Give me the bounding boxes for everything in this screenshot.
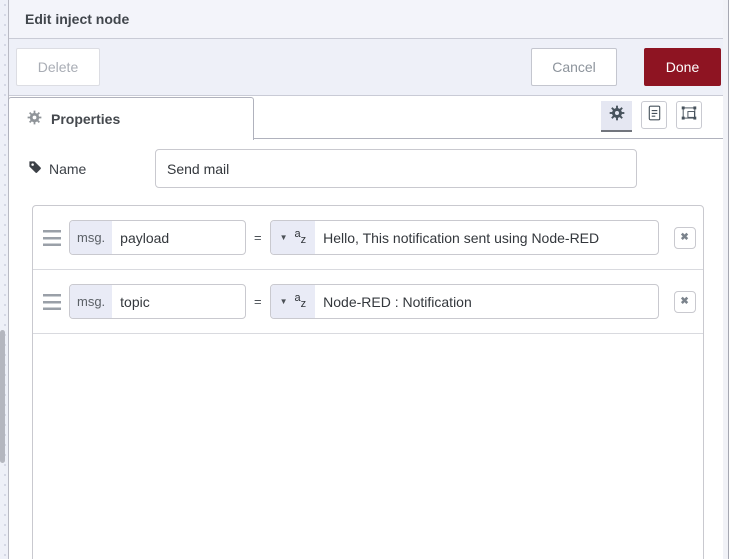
list-item: msg. = ▼ az ✖: [33, 270, 703, 334]
property-typed-input[interactable]: msg.: [69, 284, 246, 319]
properties-form: Name msg. = ▼ az ✖: [9, 139, 728, 559]
equals-operator: =: [254, 230, 262, 245]
node-description-button[interactable]: [641, 101, 667, 129]
drag-handle-icon[interactable]: [43, 229, 61, 246]
value-typed-input: ▼ az: [269, 284, 659, 319]
gear-icon: [27, 110, 42, 128]
list-item: msg. = ▼ az ✖: [33, 206, 703, 270]
tag-icon: [28, 160, 42, 177]
tray-toolbar: Delete Cancel Done: [9, 39, 728, 96]
equals-operator: =: [254, 294, 262, 309]
property-name-input[interactable]: [112, 221, 245, 254]
editor-option-buttons: [601, 101, 702, 132]
dialog-title: Edit inject node: [9, 0, 728, 39]
string-type-icon: az: [294, 228, 307, 246]
type-select-button[interactable]: ▼ az: [270, 285, 316, 318]
msg-prefix-label: msg.: [70, 221, 113, 254]
string-type-icon: az: [294, 292, 307, 310]
delete-button[interactable]: Delete: [16, 48, 100, 86]
name-input[interactable]: [155, 149, 637, 188]
name-label-text: Name: [49, 160, 87, 177]
type-select-button[interactable]: ▼ az: [270, 221, 316, 254]
edit-node-tray: Edit inject node Delete Cancel Done Prop…: [8, 0, 729, 559]
property-typed-input[interactable]: msg.: [69, 220, 246, 255]
inject-props-list: msg. = ▼ az ✖ msg.: [32, 205, 704, 559]
tab-properties[interactable]: Properties: [8, 97, 254, 140]
name-field-label: Name: [28, 149, 86, 188]
document-icon: [648, 105, 661, 126]
msg-prefix-label: msg.: [70, 285, 113, 318]
tab-bar: Properties: [8, 96, 728, 140]
property-name-input[interactable]: [112, 285, 245, 318]
workspace-edge: [0, 0, 9, 559]
cancel-button[interactable]: Cancel: [531, 48, 617, 86]
close-icon: ✖: [680, 232, 689, 243]
workspace-scrollbar-thumb[interactable]: [0, 330, 5, 463]
drag-handle-icon[interactable]: [43, 293, 61, 310]
appearance-icon: [681, 105, 697, 126]
done-button[interactable]: Done: [644, 48, 721, 86]
tab-properties-label: Properties: [51, 111, 121, 127]
gear-icon: [609, 105, 625, 126]
close-icon: ✖: [680, 296, 689, 307]
node-appearance-button[interactable]: [676, 101, 702, 129]
remove-row-button[interactable]: ✖: [673, 290, 696, 313]
node-settings-button[interactable]: [601, 101, 632, 132]
chevron-down-icon: ▼: [279, 296, 288, 306]
remove-row-button[interactable]: ✖: [673, 226, 696, 249]
tray-scroll-strip: [723, 0, 728, 559]
value-input[interactable]: [315, 221, 658, 254]
value-input[interactable]: [315, 285, 658, 318]
chevron-down-icon: ▼: [279, 232, 288, 242]
value-typed-input: ▼ az: [269, 220, 659, 255]
